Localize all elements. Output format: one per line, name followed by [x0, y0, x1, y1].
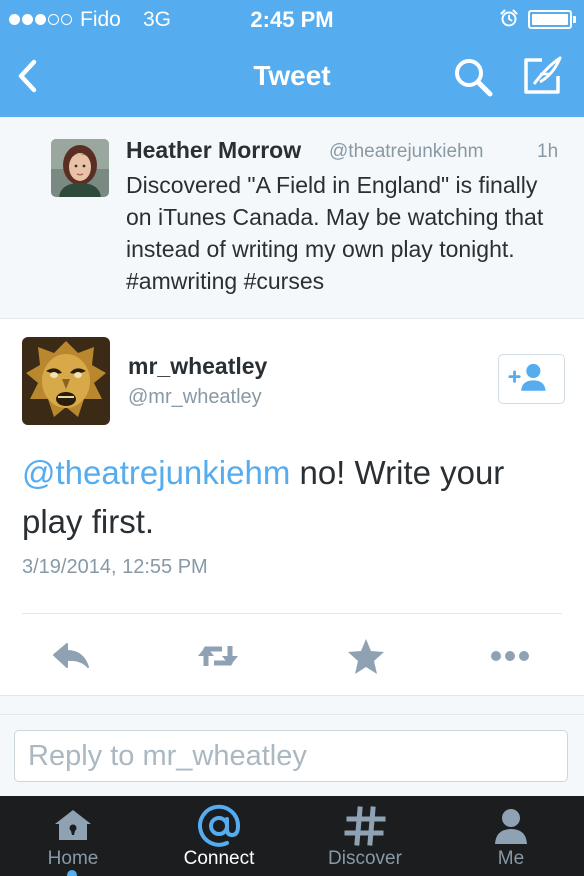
parent-time-ago: 1h [537, 141, 559, 162]
battery-nub [573, 16, 576, 23]
tab-discover[interactable]: Discover [292, 796, 438, 876]
reply-input[interactable] [14, 730, 568, 782]
navigation-bar: Tweet [0, 38, 584, 117]
at-icon [198, 804, 241, 847]
page-title: Tweet [253, 60, 331, 91]
retweet-icon[interactable] [196, 636, 240, 676]
home-icon [55, 810, 91, 840]
status-bar: Fido 3G 2:45 PM [0, 0, 584, 38]
star-icon[interactable] [344, 636, 388, 676]
parent-tweet[interactable]: Heather Morrow @theatrejunkiehm 1h Disco… [0, 117, 584, 319]
battery-level [532, 14, 568, 25]
avatar[interactable] [22, 337, 110, 425]
compose-icon[interactable] [520, 54, 564, 98]
alarm-clock-icon [500, 9, 518, 27]
reply-bar [0, 715, 584, 796]
person-icon [495, 809, 527, 844]
author-handle: @mr_wheatley [128, 386, 262, 408]
tab-home-label: Home [47, 848, 99, 869]
tab-bar: Home Connect Discover Me [0, 796, 584, 876]
tab-me-label: Me [497, 848, 525, 869]
tab-connect-label: Connect [183, 848, 255, 869]
section-divider [0, 695, 584, 715]
parent-author-handle: @theatrejunkiehm [329, 141, 484, 162]
tab-connect[interactable]: Connect [146, 796, 292, 876]
parent-author-name[interactable]: Heather Morrow [126, 137, 301, 164]
notification-dot [67, 870, 77, 876]
search-icon[interactable] [452, 56, 494, 98]
follow-button[interactable] [498, 354, 565, 404]
tweet-text: @theatrejunkiehm no! Write your play fir… [22, 448, 567, 546]
more-icon[interactable] [488, 636, 532, 676]
avatar[interactable] [51, 139, 109, 197]
battery-icon [528, 10, 572, 29]
add-user-icon [508, 363, 546, 391]
tab-discover-label: Discover [328, 848, 402, 869]
status-clock: 2:45 PM [250, 7, 334, 32]
tweet-timestamp: 3/19/2014, 12:55 PM [22, 556, 208, 578]
tab-home[interactable]: Home [0, 796, 146, 876]
mention-link[interactable]: @theatrejunkiehm [22, 454, 290, 491]
reply-icon[interactable] [50, 636, 94, 676]
divider [22, 613, 562, 614]
parent-tweet-text: Discovered "A Field in England" is final… [126, 172, 544, 294]
author-name[interactable]: mr_wheatley [128, 353, 267, 380]
top-bar: Fido 3G 2:45 PM Tweet [0, 0, 584, 117]
hashtag-icon [344, 806, 386, 846]
tab-me[interactable]: Me [438, 796, 584, 876]
